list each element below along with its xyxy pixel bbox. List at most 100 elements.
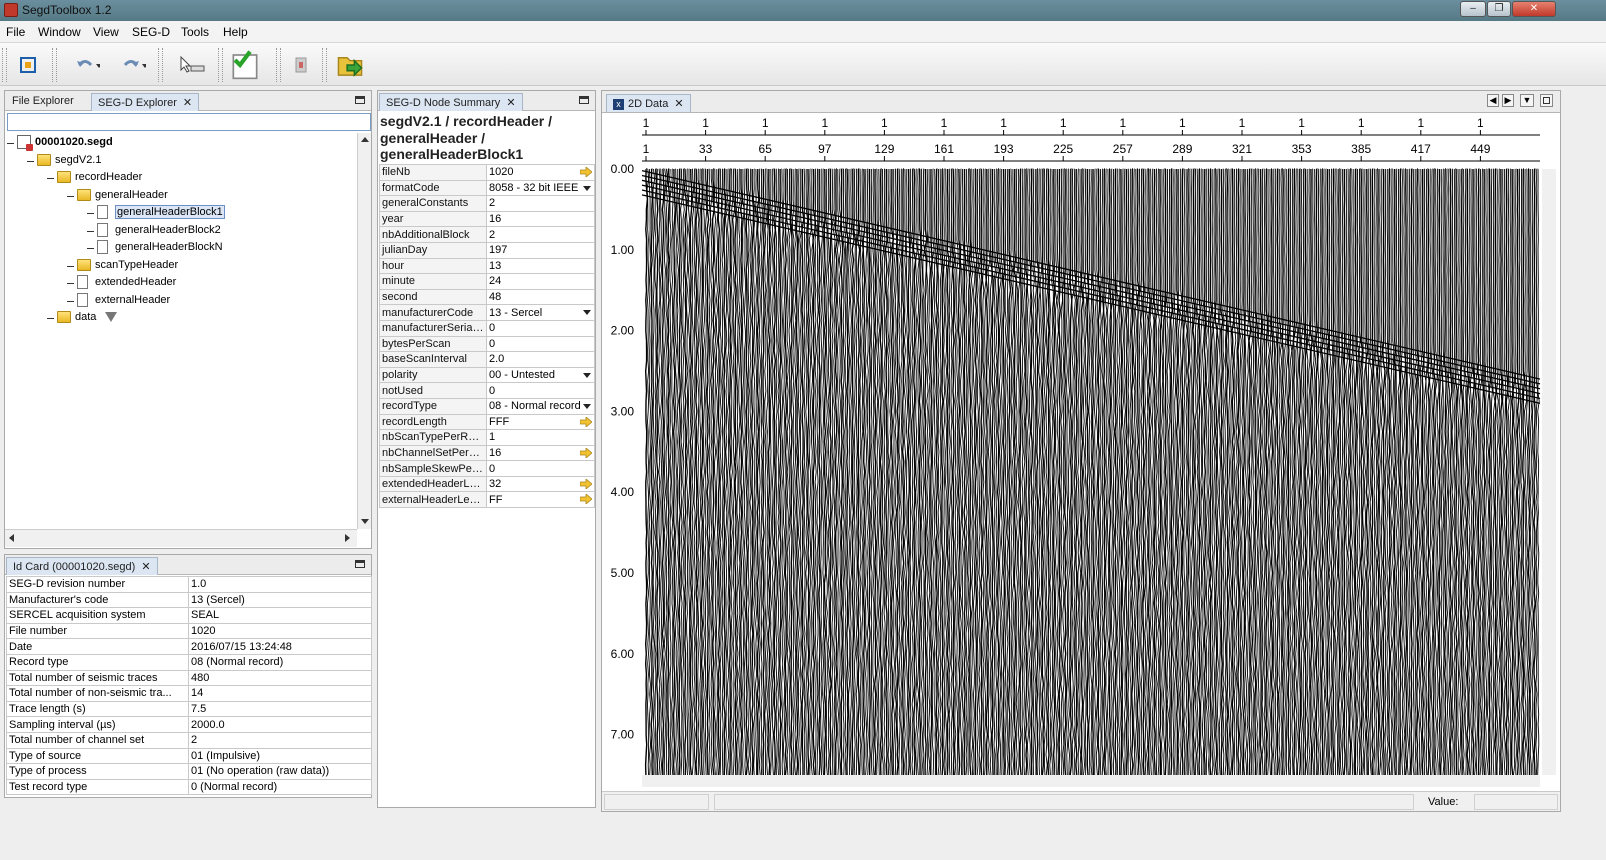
tree-node[interactable]: data [5, 310, 355, 326]
goto-arrow-icon[interactable] [580, 167, 592, 177]
tree-node[interactable]: generalHeader [5, 188, 355, 204]
field-row: manufacturerCode 13 - Sercel [379, 304, 595, 321]
minimize-panel-icon[interactable] [355, 560, 365, 568]
minimize-panel-icon[interactable] [355, 96, 365, 104]
field-value[interactable]: 1020 [486, 164, 595, 181]
dropdown-arrow-icon[interactable] [583, 372, 591, 378]
close-button[interactable]: ✕ [1512, 1, 1556, 17]
goto-arrow-icon[interactable] [580, 447, 592, 458]
seismic-chart[interactable]: 1 1 1 33 1 65 1 97 1 129 1 161 1 193 1 225 1 257 1 289 1 321 1… [602, 113, 1560, 789]
tree-search-input[interactable] [7, 113, 371, 131]
field-value[interactable]: 0 [486, 319, 595, 337]
tab-scroll-right-icon[interactable]: ▶ [1502, 94, 1514, 107]
redo-button[interactable] [108, 48, 152, 82]
tree-expander-icon[interactable] [67, 280, 74, 287]
field-value[interactable]: 48 [486, 288, 595, 306]
idcard-row: Date 2016/07/15 13:24:48 [6, 638, 372, 655]
tree-node[interactable]: recordHeader [5, 170, 355, 186]
tab-2d-data[interactable]: x 2D Data ✕ [606, 94, 691, 112]
tree-expander-icon[interactable] [67, 298, 74, 305]
field-value[interactable]: 08 - Normal record [486, 397, 595, 415]
tree-node-label: generalHeader [95, 188, 168, 201]
field-value[interactable]: FFF [486, 413, 595, 431]
filter-icon[interactable] [105, 312, 117, 322]
field-value[interactable]: FF [486, 491, 595, 509]
tree-expander-icon[interactable] [27, 158, 34, 165]
tab-segd-explorer[interactable]: SEG-D Explorer ✕ [91, 93, 200, 111]
field-value[interactable]: 197 [486, 241, 595, 259]
dropdown-arrow-icon[interactable] [583, 403, 591, 409]
tree-expander-icon[interactable] [67, 193, 74, 200]
export-button[interactable] [333, 48, 367, 82]
fit-view-button[interactable] [11, 48, 45, 82]
field-value[interactable]: 16 [486, 444, 595, 462]
tree-expander-icon[interactable] [47, 175, 54, 182]
dropdown-arrow-icon[interactable] [583, 310, 591, 316]
tab-node-summary[interactable]: SEG-D Node Summary ✕ [379, 93, 523, 111]
menu-tools[interactable]: Tools [181, 25, 209, 39]
measure-pointer-button[interactable] [170, 48, 210, 82]
field-value[interactable]: 16 [486, 210, 595, 228]
tab-list-dropdown-icon[interactable]: ▼ [1520, 94, 1534, 107]
tree-node[interactable]: segdV2.1 [5, 153, 355, 169]
tree-horizontal-scrollbar[interactable] [5, 529, 357, 547]
undo-button[interactable] [62, 48, 106, 82]
field-value[interactable]: 0 [486, 335, 595, 353]
node-field-table: fileNb 1020 formatCode 8058 - 32 bit IEEE ge… [379, 164, 595, 509]
scroll-up-icon[interactable] [361, 137, 369, 142]
close-icon[interactable]: ✕ [506, 97, 515, 109]
validate-button[interactable] [228, 48, 262, 82]
minimize-button[interactable]: – [1460, 1, 1486, 17]
tab-idcard[interactable]: Id Card (00001020.segd) ✕ [6, 557, 158, 575]
tree-node[interactable]: extendedHeader [5, 275, 355, 291]
goto-arrow-icon[interactable] [580, 416, 592, 427]
tree-expander-icon[interactable] [87, 228, 94, 235]
field-value[interactable]: 13 - Sercel [486, 304, 595, 321]
field-value[interactable]: 2 [486, 226, 595, 243]
scroll-left-icon[interactable] [9, 534, 14, 542]
field-value[interactable]: 00 - Untested [486, 366, 595, 384]
goto-arrow-icon[interactable] [580, 494, 592, 505]
tab-file-explorer[interactable]: File Explorer [6, 93, 80, 111]
tree-node[interactable]: externalHeader [5, 292, 355, 309]
tree-node[interactable]: generalHeaderBlockN [5, 240, 355, 256]
tree-node[interactable]: generalHeaderBlock2 [5, 222, 355, 239]
dropdown-arrow-icon[interactable] [583, 185, 591, 191]
field-value[interactable]: 1 [486, 429, 595, 446]
menu-help[interactable]: Help [223, 25, 248, 39]
menu-window[interactable]: Window [38, 25, 81, 39]
tree-node[interactable]: 00001020.segd [5, 135, 355, 151]
tree-expander-icon[interactable] [67, 263, 74, 270]
close-icon[interactable]: ✕ [674, 98, 683, 110]
field-value[interactable]: 2.0 [486, 351, 595, 368]
scroll-down-icon[interactable] [361, 519, 369, 524]
field-value[interactable]: 2 [486, 195, 595, 212]
minimize-panel-icon[interactable] [579, 96, 589, 104]
menu-segd[interactable]: SEG-D [132, 25, 170, 39]
menu-file[interactable]: File [6, 25, 25, 39]
tree-node[interactable]: generalHeaderBlock1 [5, 205, 355, 221]
tree-expander-icon[interactable] [87, 245, 94, 252]
tree-expander-icon[interactable] [7, 140, 14, 147]
clipboard-button[interactable] [284, 48, 318, 82]
field-value[interactable]: 0 [486, 460, 595, 477]
close-icon[interactable]: ✕ [183, 97, 192, 109]
tree-expander-icon[interactable] [47, 315, 54, 322]
maximize-button[interactable]: ❐ [1487, 1, 1511, 17]
tree-expander-icon[interactable] [87, 210, 94, 217]
field-value-text: 8058 - 32 bit IEEE [489, 181, 579, 194]
scroll-right-icon[interactable] [345, 534, 350, 542]
maximize-panel-icon[interactable] [1540, 94, 1553, 107]
menu-view[interactable]: View [93, 25, 119, 39]
field-value[interactable]: 32 [486, 475, 595, 493]
tree-node[interactable]: scanTypeHeader [5, 258, 355, 274]
node-path-line: generalHeader / [380, 129, 486, 146]
tree-vertical-scrollbar[interactable] [357, 133, 371, 529]
goto-arrow-icon[interactable] [580, 478, 592, 489]
tab-scroll-left-icon[interactable]: ◀ [1487, 94, 1499, 107]
field-value[interactable]: 13 [486, 257, 595, 275]
field-value[interactable]: 24 [486, 273, 595, 290]
field-value[interactable]: 8058 - 32 bit IEEE [486, 179, 595, 197]
close-icon[interactable]: ✕ [141, 561, 150, 573]
field-value[interactable]: 0 [486, 382, 595, 399]
